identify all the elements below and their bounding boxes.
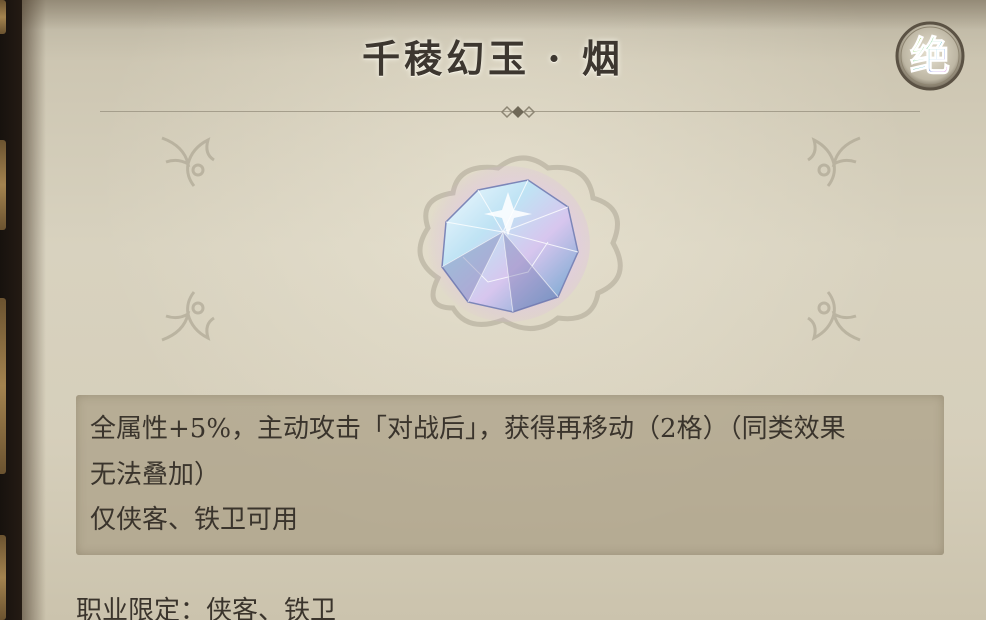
class-restriction: 职业限定：侠客、铁卫 xyxy=(76,596,337,620)
item-description: 全属性+5%，主动攻击「对战后」，获得再移动（2格）（同类效果 无法叠加） xyxy=(90,414,846,490)
sidebar-tab-active[interactable] xyxy=(0,298,6,474)
fleur-ornament-icon xyxy=(161,291,215,342)
rarity-glyph: 绝 xyxy=(910,33,950,80)
rarity-badge-icon: 绝 xyxy=(895,21,965,91)
gem-icon xyxy=(426,166,590,322)
sidebar-tab[interactable] xyxy=(0,140,6,230)
item-title: 千稜幻玉 · 烟 xyxy=(362,36,624,81)
fleur-ornament-icon xyxy=(807,136,861,187)
sidebar-tab[interactable] xyxy=(0,535,6,620)
fleur-ornament-icon xyxy=(161,136,215,187)
fleur-ornament-icon xyxy=(807,291,861,342)
item-detail-panel: 千稜幻玉 · 烟 绝 全属性+5%，主动攻击「对战后」，获得再移动（2格）（同类… xyxy=(0,0,986,620)
diamond-ornament-icon xyxy=(500,105,536,119)
usage-note: 仅侠客、铁卫可用 xyxy=(90,505,299,535)
